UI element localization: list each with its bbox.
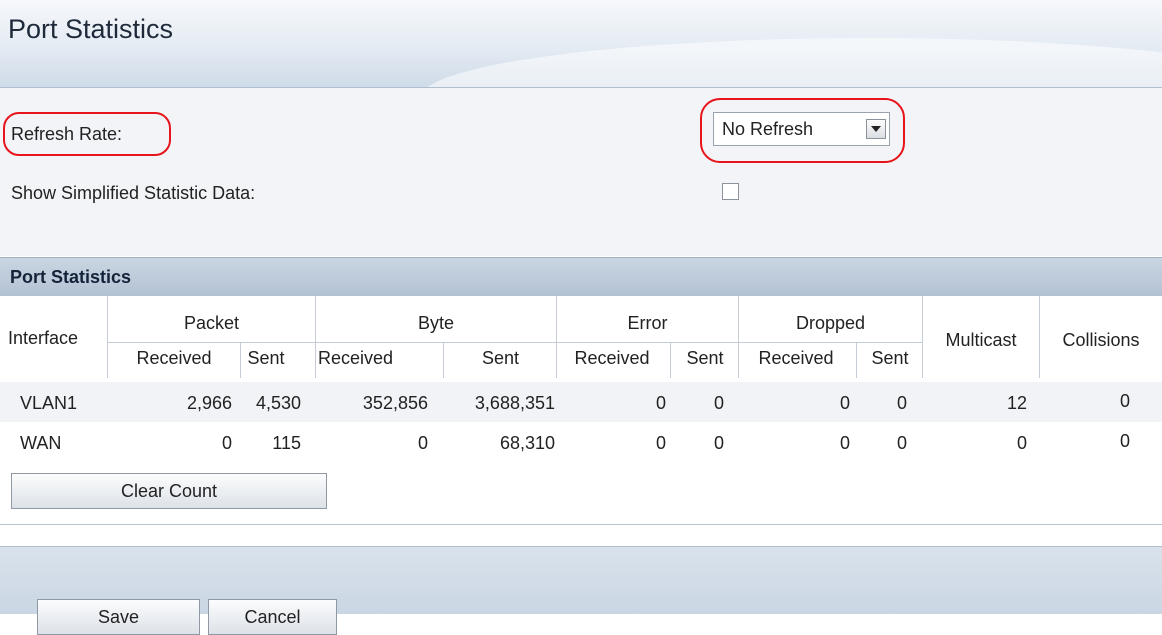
grid-line <box>443 342 444 378</box>
grid-line <box>240 342 241 378</box>
row-byte-sent: 68,310 <box>499 433 555 453</box>
grid-line <box>1039 296 1040 378</box>
grid-line <box>315 296 316 378</box>
col-byte-sent: Sent <box>481 348 520 368</box>
col-packet-sent: Sent <box>247 348 285 368</box>
port-statistics-section-bar <box>0 257 1162 297</box>
divider <box>0 524 1162 525</box>
col-group-packet: Packet <box>183 313 240 333</box>
refresh-select-highlight <box>700 98 905 163</box>
row-error-received: 0 <box>655 393 666 413</box>
settings-panel <box>0 88 1162 256</box>
col-multicast: Multicast <box>945 330 1017 350</box>
row-byte-sent: 3,688,351 <box>474 393 555 413</box>
col-error-sent: Sent <box>686 348 724 368</box>
col-group-byte: Byte <box>417 313 455 333</box>
col-error-received: Received <box>574 348 650 368</box>
header-decoration <box>420 38 1162 87</box>
row-byte-received: 0 <box>417 433 428 453</box>
row-multicast: 0 <box>1016 433 1027 453</box>
simplified-data-label: Show Simplified Statistic Data: <box>11 183 256 203</box>
row-packet-received: 0 <box>221 433 232 453</box>
grid-line <box>738 296 739 378</box>
grid-line <box>670 342 671 378</box>
grid-line <box>856 342 857 378</box>
col-byte-received: Received <box>318 348 394 368</box>
col-dropped-sent: Sent <box>871 348 909 368</box>
page-title: Port Statistics <box>8 14 174 44</box>
col-collisions: Collisions <box>1062 330 1140 350</box>
row-dropped-sent: 0 <box>896 433 907 453</box>
row-dropped-received: 0 <box>839 393 850 413</box>
row-error-sent: 0 <box>713 393 724 413</box>
row-collisions: 0 <box>1119 391 1130 411</box>
row-error-sent: 0 <box>713 433 724 453</box>
row-multicast: 12 <box>1006 393 1027 413</box>
row-error-received: 0 <box>655 433 666 453</box>
col-group-dropped: Dropped <box>795 313 866 333</box>
save-button[interactable]: Save <box>37 599 200 635</box>
row-dropped-received: 0 <box>839 433 850 453</box>
refresh-label-highlight <box>3 112 171 156</box>
col-group-error: Error <box>627 313 668 333</box>
row-collisions: 0 <box>1119 431 1130 451</box>
col-interface: Interface <box>8 328 79 348</box>
row-byte-received: 352,856 <box>362 393 428 413</box>
col-packet-received: Received <box>136 348 212 368</box>
section-title: Port Statistics <box>10 267 132 287</box>
grid-line <box>107 296 108 378</box>
page-header <box>0 0 1162 88</box>
row-dropped-sent: 0 <box>896 393 907 413</box>
row-interface: VLAN1 <box>20 393 78 413</box>
row-packet-received: 2,966 <box>186 393 232 413</box>
grid-line <box>922 296 923 378</box>
row-interface: WAN <box>20 433 62 453</box>
grid-line <box>556 296 557 378</box>
row-packet-sent: 115 <box>272 433 301 453</box>
simplified-data-checkbox[interactable] <box>722 183 739 200</box>
clear-count-button[interactable]: Clear Count <box>11 473 327 509</box>
row-packet-sent: 4,530 <box>255 393 301 413</box>
cancel-button[interactable]: Cancel <box>208 599 337 635</box>
grid-line <box>107 342 922 343</box>
col-dropped-received: Received <box>758 348 834 368</box>
